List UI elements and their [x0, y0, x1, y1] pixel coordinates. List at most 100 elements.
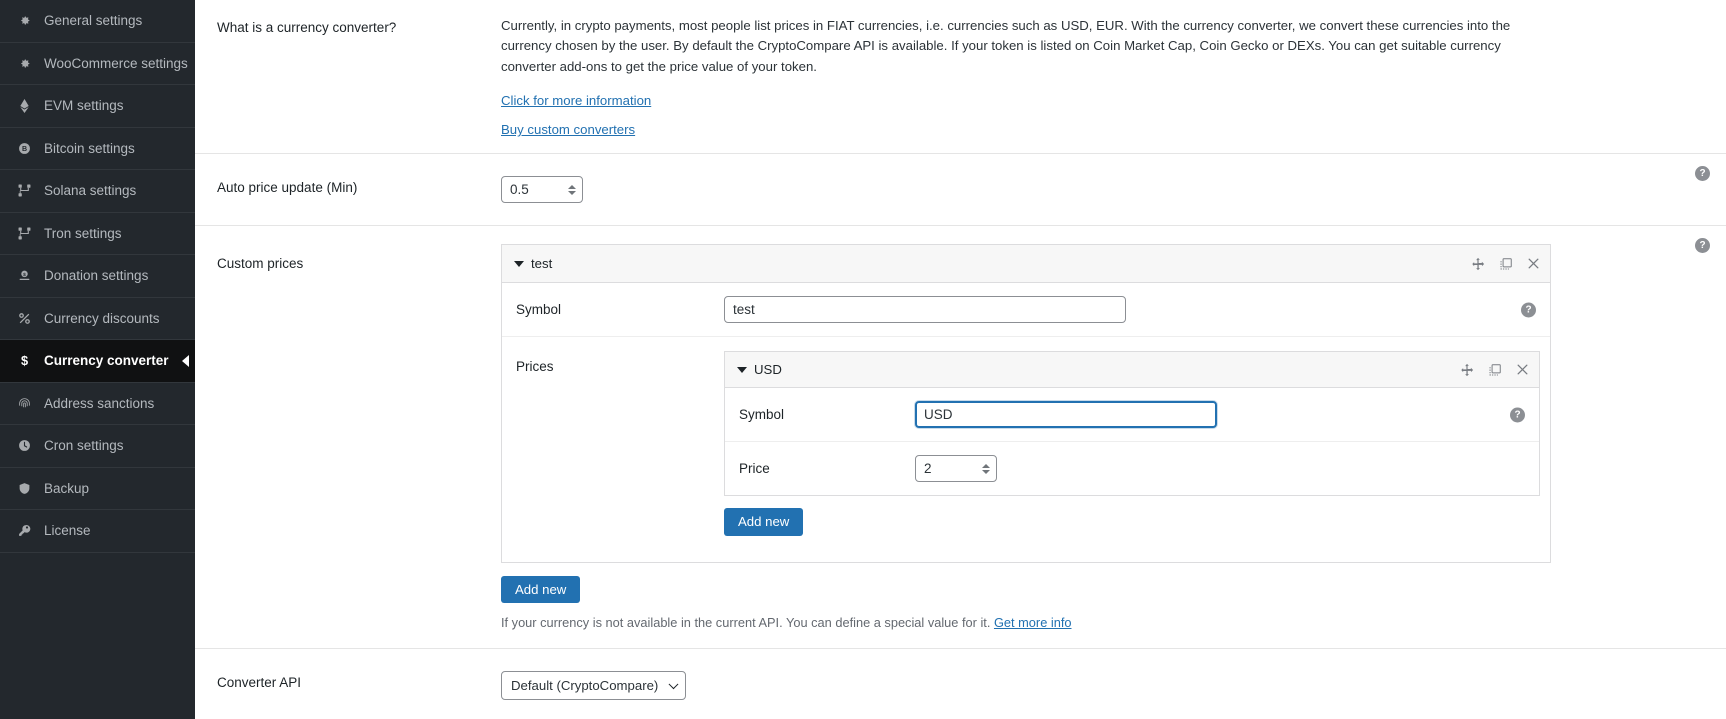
nested-price-control [915, 455, 1539, 482]
sidebar-item-label: Address sanctions [44, 397, 154, 411]
active-pointer-icon [182, 355, 189, 367]
converter-api-select-wrap[interactable]: Default (CryptoCompare) [501, 671, 686, 700]
prices-label: Prices [502, 351, 724, 374]
sidebar-nav: General settings WooCommerce settings EV… [0, 0, 195, 719]
chevron-down-icon[interactable] [514, 261, 524, 267]
network-icon [14, 227, 34, 240]
sidebar-item-label: EVM settings [44, 99, 124, 113]
add-new-wrap: Add new [501, 563, 1666, 603]
nested-symbol-control [915, 401, 1539, 428]
nested-symbol-label: Symbol [725, 407, 915, 422]
ethereum-icon [14, 99, 34, 113]
about-body: Currently, in crypto payments, most peop… [501, 16, 1726, 137]
sidebar-item-label: License [44, 524, 91, 538]
sidebar-item-currency-converter[interactable]: $ Currency converter [0, 340, 195, 383]
sidebar-item-label: Solana settings [44, 184, 136, 198]
sidebar-item-label: General settings [44, 14, 142, 28]
sidebar-item-label: Bitcoin settings [44, 142, 135, 156]
repeater-actions [1471, 257, 1540, 271]
price-repeater-item: USD [724, 351, 1540, 496]
sidebar-item-label: Tron settings [44, 227, 122, 241]
prices-control: USD [724, 351, 1554, 547]
clone-icon[interactable] [1488, 363, 1502, 377]
converter-api-select[interactable]: Default (CryptoCompare) [501, 671, 686, 700]
dollar-icon: $ [14, 353, 34, 368]
key-icon [14, 524, 34, 537]
svg-text:$: $ [23, 272, 26, 278]
help-icon[interactable]: ? [1521, 302, 1536, 317]
sidebar-item-evm-settings[interactable]: EVM settings [0, 85, 195, 128]
field-row-prices: Prices USD [502, 337, 1550, 561]
custom-prices-label: Custom prices [195, 244, 501, 629]
move-icon[interactable] [1460, 363, 1474, 377]
sidebar-item-address-sanctions[interactable]: Address sanctions [0, 383, 195, 426]
about-paragraph: Currently, in crypto payments, most peop… [501, 16, 1541, 77]
move-icon[interactable] [1471, 257, 1485, 271]
sidebar-item-license[interactable]: License [0, 510, 195, 553]
help-icon[interactable]: ? [1510, 407, 1525, 422]
auto-price-update-stepper[interactable] [501, 176, 583, 203]
sidebar-item-bitcoin-settings[interactable]: B Bitcoin settings [0, 128, 195, 171]
svg-text:B: B [21, 146, 26, 153]
price-stepper[interactable] [915, 455, 997, 482]
nested-add-new-wrap: Add new [724, 496, 1540, 547]
sidebar-item-label: Donation settings [44, 269, 148, 283]
sidebar-item-label: WooCommerce settings [44, 57, 188, 71]
shield-icon [14, 482, 34, 495]
symbol-control [724, 296, 1550, 323]
repeater-header[interactable]: test [502, 245, 1550, 283]
sidebar-item-donation-settings[interactable]: $ Donation settings [0, 255, 195, 298]
buy-custom-converters-link[interactable]: Buy custom converters [501, 122, 635, 137]
nested-add-new-button[interactable]: Add new [724, 508, 803, 535]
converter-api-body: Default (CryptoCompare) [501, 671, 1726, 700]
sidebar-item-woocommerce-settings[interactable]: WooCommerce settings [0, 43, 195, 86]
nested-repeater-actions [1460, 363, 1529, 377]
fingerprint-icon [14, 397, 34, 410]
get-more-info-link[interactable]: Get more info [994, 615, 1072, 630]
auto-price-update-label: Auto price update (Min) [195, 176, 501, 203]
section-auto-price-update: ? Auto price update (Min) [195, 154, 1726, 226]
nested-price-label: Price [725, 461, 915, 476]
field-row-symbol-outer: Symbol ? [502, 283, 1550, 337]
percent-icon [14, 312, 34, 325]
section-custom-prices: ? Custom prices test [195, 226, 1726, 648]
field-row-symbol-nested: Symbol ? [725, 388, 1539, 442]
converter-api-label: Converter API [195, 671, 501, 700]
nested-repeater-title: USD [754, 362, 782, 377]
nested-price-input[interactable] [915, 455, 997, 482]
svg-text:$: $ [20, 353, 27, 368]
sidebar-item-label: Currency converter [44, 354, 169, 368]
add-new-button[interactable]: Add new [501, 576, 580, 603]
sidebar-item-tron-settings[interactable]: Tron settings [0, 213, 195, 256]
gear-icon [14, 57, 34, 70]
network-icon [14, 184, 34, 197]
custom-prices-hint: If your currency is not available in the… [501, 615, 1666, 630]
hint-text: If your currency is not available in the… [501, 615, 990, 630]
sidebar-item-solana-settings[interactable]: Solana settings [0, 170, 195, 213]
click-for-more-information-link[interactable]: Click for more information [501, 93, 651, 108]
clone-icon[interactable] [1499, 257, 1513, 271]
nested-symbol-input[interactable] [915, 401, 1217, 428]
custom-prices-body: test [501, 244, 1726, 629]
sidebar-item-currency-discounts[interactable]: Currency discounts [0, 298, 195, 341]
chevron-down-icon[interactable] [737, 367, 747, 373]
auto-price-update-input[interactable] [501, 176, 583, 203]
nested-repeater-header[interactable]: USD [725, 352, 1539, 388]
close-icon[interactable] [1516, 363, 1529, 376]
sidebar-item-label: Currency discounts [44, 312, 160, 326]
about-label: What is a currency converter? [195, 16, 501, 137]
symbol-label: Symbol [502, 302, 724, 317]
bitcoin-icon: B [14, 142, 34, 155]
auto-price-update-body [501, 176, 1726, 203]
sidebar-item-label: Backup [44, 482, 89, 496]
sidebar-item-label: Cron settings [44, 439, 124, 453]
admin-page: General settings WooCommerce settings EV… [0, 0, 1726, 719]
sidebar-item-cron-settings[interactable]: Cron settings [0, 425, 195, 468]
field-row-price-nested: Price [725, 442, 1539, 495]
close-icon[interactable] [1527, 257, 1540, 270]
sidebar-item-backup[interactable]: Backup [0, 468, 195, 511]
custom-price-repeater-item: test [501, 244, 1551, 562]
clock-icon [14, 439, 34, 452]
sidebar-item-general-settings[interactable]: General settings [0, 0, 195, 43]
symbol-input[interactable] [724, 296, 1126, 323]
